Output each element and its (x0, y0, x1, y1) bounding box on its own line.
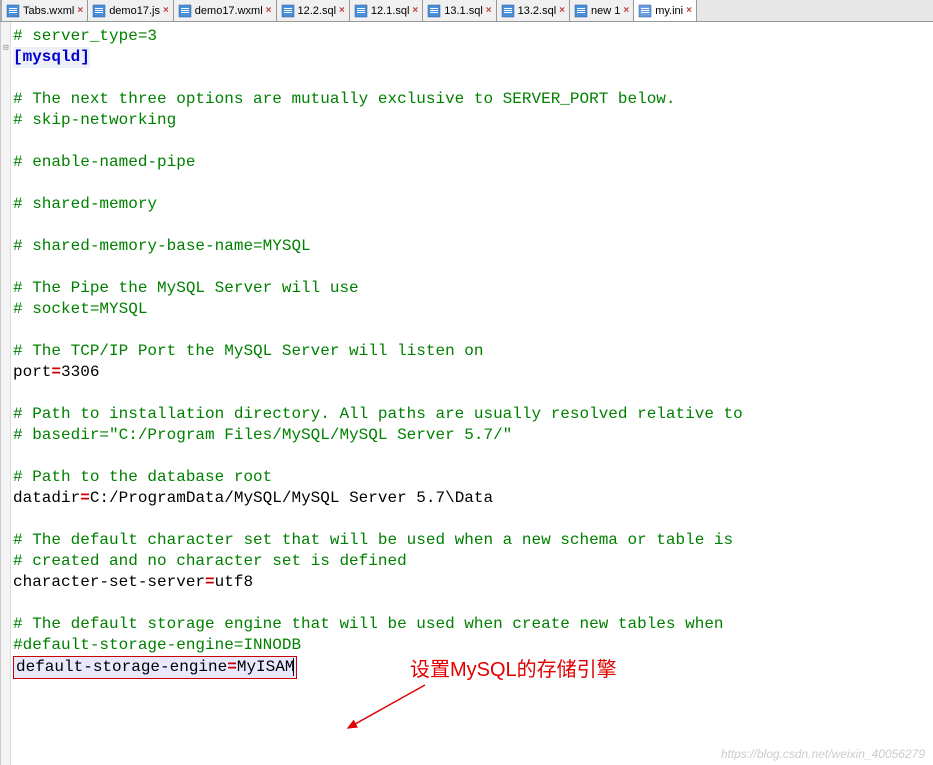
tab-12-1-sql[interactable]: 12.1.sql× (350, 0, 423, 21)
collapse-icon[interactable]: ⊟ (1, 43, 11, 53)
close-icon[interactable]: × (163, 5, 169, 16)
tab-label: 13.1.sql (444, 5, 483, 17)
tab-13-1-sql[interactable]: 13.1.sql× (423, 0, 496, 21)
code-line: # shared-memory-base-name=MYSQL (13, 236, 931, 257)
code-line: datadir=C:/ProgramData/MySQL/MySQL Serve… (13, 488, 931, 509)
code-line: port=3306 (13, 362, 931, 383)
code-line (13, 215, 931, 236)
highlighted-setting: default-storage-engine=MyISAM (13, 656, 297, 679)
tab-my-ini[interactable]: my.ini× (634, 0, 697, 21)
tab-label: new 1 (591, 5, 620, 17)
file-txt-icon (574, 4, 588, 18)
code-line: # Path to the database root (13, 467, 931, 488)
code-line: # basedir="C:/Program Files/MySQL/MySQL … (13, 425, 931, 446)
code-line (13, 68, 931, 89)
code-line: # server_type=3 (13, 26, 931, 47)
tab-Tabs-wxml[interactable]: Tabs.wxml× (0, 0, 88, 21)
close-icon[interactable]: × (339, 5, 345, 16)
file-sql-icon (427, 4, 441, 18)
code-line (13, 131, 931, 152)
file-sql-icon (281, 4, 295, 18)
code-line: # enable-named-pipe (13, 152, 931, 173)
tab-new-1[interactable]: new 1× (570, 0, 634, 21)
code-line: # created and no character set is define… (13, 551, 931, 572)
close-icon[interactable]: × (266, 5, 272, 16)
code-line: #default-storage-engine=INNODB (13, 635, 931, 656)
editor-area: ⊟ # server_type=3[mysqld] # The next thr… (0, 22, 933, 765)
code-line: # The TCP/IP Port the MySQL Server will … (13, 341, 931, 362)
file-sql-icon (501, 4, 515, 18)
code-line (13, 173, 931, 194)
close-icon[interactable]: × (559, 5, 565, 16)
tab-label: demo17.js (109, 5, 160, 17)
code-line (13, 446, 931, 467)
code-line (13, 320, 931, 341)
code-line: # The default storage engine that will b… (13, 614, 931, 635)
close-icon[interactable]: × (623, 5, 629, 16)
close-icon[interactable]: × (486, 5, 492, 16)
tab-bar: Tabs.wxml×demo17.js×demo17.wxml×12.2.sql… (0, 0, 933, 22)
code-line: # Path to installation directory. All pa… (13, 404, 931, 425)
tab-label: my.ini (655, 5, 683, 17)
code-line: character-set-server=utf8 (13, 572, 931, 593)
code-line: # skip-networking (13, 110, 931, 131)
tab-13-2-sql[interactable]: 13.2.sql× (497, 0, 570, 21)
tab-label: Tabs.wxml (23, 5, 74, 17)
code-line: # The Pipe the MySQL Server will use (13, 278, 931, 299)
close-icon[interactable]: × (77, 5, 83, 16)
code-line (13, 509, 931, 530)
file-js-icon (92, 4, 106, 18)
file-sql-icon (354, 4, 368, 18)
code-line: default-storage-engine=MyISAM (13, 656, 931, 679)
code-line: [mysqld] (13, 47, 931, 68)
text-cursor (293, 658, 294, 676)
tab-label: 13.2.sql (518, 5, 557, 17)
close-icon[interactable]: × (412, 5, 418, 16)
tab-label: demo17.wxml (195, 5, 263, 17)
tab-demo17-wxml[interactable]: demo17.wxml× (174, 0, 277, 21)
code-line (13, 593, 931, 614)
file-xml-icon (6, 4, 20, 18)
code-line (13, 383, 931, 404)
close-icon[interactable]: × (686, 5, 692, 16)
code-line: # The default character set that will be… (13, 530, 931, 551)
fold-gutter: ⊟ (1, 22, 11, 765)
code-line: # The next three options are mutually ex… (13, 89, 931, 110)
code-editor[interactable]: # server_type=3[mysqld] # The next three… (11, 22, 933, 765)
file-ini-icon (638, 4, 652, 18)
tab-label: 12.2.sql (298, 5, 337, 17)
watermark: https://blog.csdn.net/weixin_40056279 (721, 747, 925, 761)
tab-demo17-js[interactable]: demo17.js× (88, 0, 174, 21)
code-line: # shared-memory (13, 194, 931, 215)
tab-12-2-sql[interactable]: 12.2.sql× (277, 0, 350, 21)
code-line: # socket=MYSQL (13, 299, 931, 320)
file-xml-icon (178, 4, 192, 18)
tab-label: 12.1.sql (371, 5, 410, 17)
code-line (13, 257, 931, 278)
